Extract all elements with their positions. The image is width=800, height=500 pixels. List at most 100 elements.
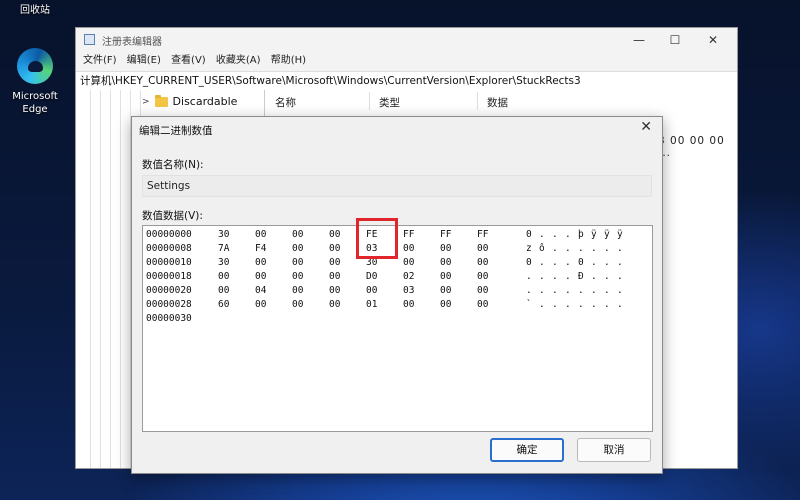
menu-edit[interactable]: 编辑(E) [127,52,161,70]
menu-view[interactable]: 查看(V) [171,52,206,70]
hex-byte[interactable]: 60 [218,298,229,312]
ascii-char[interactable]: . [591,242,597,256]
ascii-char[interactable]: . [591,298,597,312]
maximize-button[interactable]: ☐ [657,30,693,50]
ascii-char[interactable]: . [617,242,623,256]
value-name-field[interactable]: Settings [142,175,652,197]
hex-byte[interactable]: 00 [292,270,303,284]
hex-byte[interactable]: 00 [292,298,303,312]
ascii-char[interactable]: . [552,256,558,270]
hex-row[interactable]: 00000018 00 00 00 00 D0 02 00 00.... Ð... [143,270,652,284]
ascii-char[interactable]: . [526,270,532,284]
hex-byte[interactable]: 00 [440,256,451,270]
hex-byte[interactable]: 00 [403,256,414,270]
ascii-char[interactable]: z [526,242,532,256]
ascii-char[interactable]: . [578,284,584,298]
ascii-char[interactable]: . [565,284,571,298]
ascii-char[interactable]: . [617,256,623,270]
hex-byte[interactable]: 00 [255,256,266,270]
ascii-char[interactable]: . [526,284,532,298]
ascii-char[interactable]: . [578,298,584,312]
hex-byte[interactable]: FF [477,228,488,242]
hex-byte[interactable]: 00 [477,284,488,298]
hex-byte[interactable]: 00 [477,256,488,270]
column-divider[interactable] [477,92,478,110]
menu-file[interactable]: 文件(F) [83,52,117,70]
hex-byte[interactable]: 03 [403,284,414,298]
ascii-char[interactable]: . [552,298,558,312]
dialog-close-icon[interactable]: ✕ [640,119,652,135]
ascii-char[interactable]: . [604,270,610,284]
hex-byte[interactable]: 00 [440,270,451,284]
ascii-char[interactable]: . [565,270,571,284]
hex-byte[interactable]: 00 [255,228,266,242]
hex-byte[interactable]: 30 [218,256,229,270]
close-button[interactable]: ✕ [695,30,731,50]
ascii-char[interactable]: 0 [526,228,532,242]
ascii-char[interactable]: . [591,284,597,298]
ascii-char[interactable]: . [617,270,623,284]
hex-byte[interactable]: 00 [292,242,303,256]
chevron-right-icon[interactable]: > [142,97,150,107]
ascii-char[interactable]: . [539,284,545,298]
ascii-char[interactable]: . [539,270,545,284]
hex-row[interactable]: 00000020 00 04 00 00 00 03 00 00........ [143,284,652,298]
ascii-char[interactable]: . [552,228,558,242]
ascii-char[interactable]: ÿ [591,228,597,242]
cancel-button[interactable]: 取消 [577,438,651,462]
ascii-char[interactable]: . [617,284,623,298]
ascii-char[interactable]: . [539,256,545,270]
hex-byte[interactable]: 00 [255,270,266,284]
menu-help[interactable]: 帮助(H) [271,52,306,70]
ascii-char[interactable]: . [539,298,545,312]
hex-byte[interactable]: 00 [292,284,303,298]
hex-byte[interactable]: 00 [403,242,414,256]
desktop-icon-recycle-bin[interactable]: 回收站 [6,4,64,17]
ascii-char[interactable]: Ð [578,270,584,284]
hex-byte[interactable]: 00 [477,298,488,312]
hex-byte[interactable]: 00 [218,270,229,284]
hex-row[interactable]: 00000028 60 00 00 00 01 00 00 00 `....... [143,298,652,312]
hex-byte[interactable]: 02 [403,270,414,284]
ascii-char[interactable]: ô [539,242,545,256]
hex-byte[interactable]: 00 [440,242,451,256]
hex-byte[interactable]: 00 [218,284,229,298]
ascii-char[interactable]: . [591,270,597,284]
desktop-icon-edge[interactable]: Microsoft Edge [6,48,64,116]
hex-byte[interactable]: FF [403,228,414,242]
hex-byte[interactable]: D0 [366,270,377,284]
ok-button[interactable]: 确定 [490,438,564,462]
hex-byte[interactable]: 00 [329,270,340,284]
ascii-char[interactable]: þ [578,228,584,242]
menu-favorites[interactable]: 收藏夹(A) [216,52,261,70]
ascii-char[interactable]: . [565,242,571,256]
ascii-char[interactable]: . [604,298,610,312]
address-bar[interactable]: 计算机\HKEY_CURRENT_USER\Software\Microsoft… [76,71,737,91]
tree-item-discardable[interactable]: > Discardable [142,94,237,108]
column-header-name[interactable]: 名称 [275,95,296,110]
hex-byte[interactable]: 00 [440,298,451,312]
hex-byte[interactable]: 00 [403,298,414,312]
minimize-button[interactable]: — [621,30,657,50]
ascii-char[interactable]: ÿ [617,228,623,242]
ascii-char[interactable]: . [539,228,545,242]
ascii-char[interactable]: . [552,270,558,284]
ascii-char[interactable]: . [565,228,571,242]
hex-byte[interactable]: 00 [292,256,303,270]
hex-byte[interactable]: 00 [329,228,340,242]
column-header-data[interactable]: 数据 [487,95,508,110]
hex-byte[interactable]: F4 [255,242,266,256]
hex-byte[interactable]: 00 [329,298,340,312]
ascii-char[interactable]: . [591,256,597,270]
ascii-char[interactable]: . [604,284,610,298]
hex-byte[interactable]: 7A [218,242,229,256]
ascii-char[interactable]: . [552,284,558,298]
hex-byte[interactable]: 00 [477,270,488,284]
ascii-char[interactable]: . [565,256,571,270]
hex-row[interactable]: 00000030 [143,312,652,326]
ascii-char[interactable]: . [604,256,610,270]
title-bar[interactable]: 注册表编辑器 — ☐ ✕ [76,28,737,52]
hex-byte[interactable]: 00 [292,228,303,242]
hex-byte[interactable]: 00 [329,256,340,270]
ascii-char[interactable]: 0 [578,256,584,270]
